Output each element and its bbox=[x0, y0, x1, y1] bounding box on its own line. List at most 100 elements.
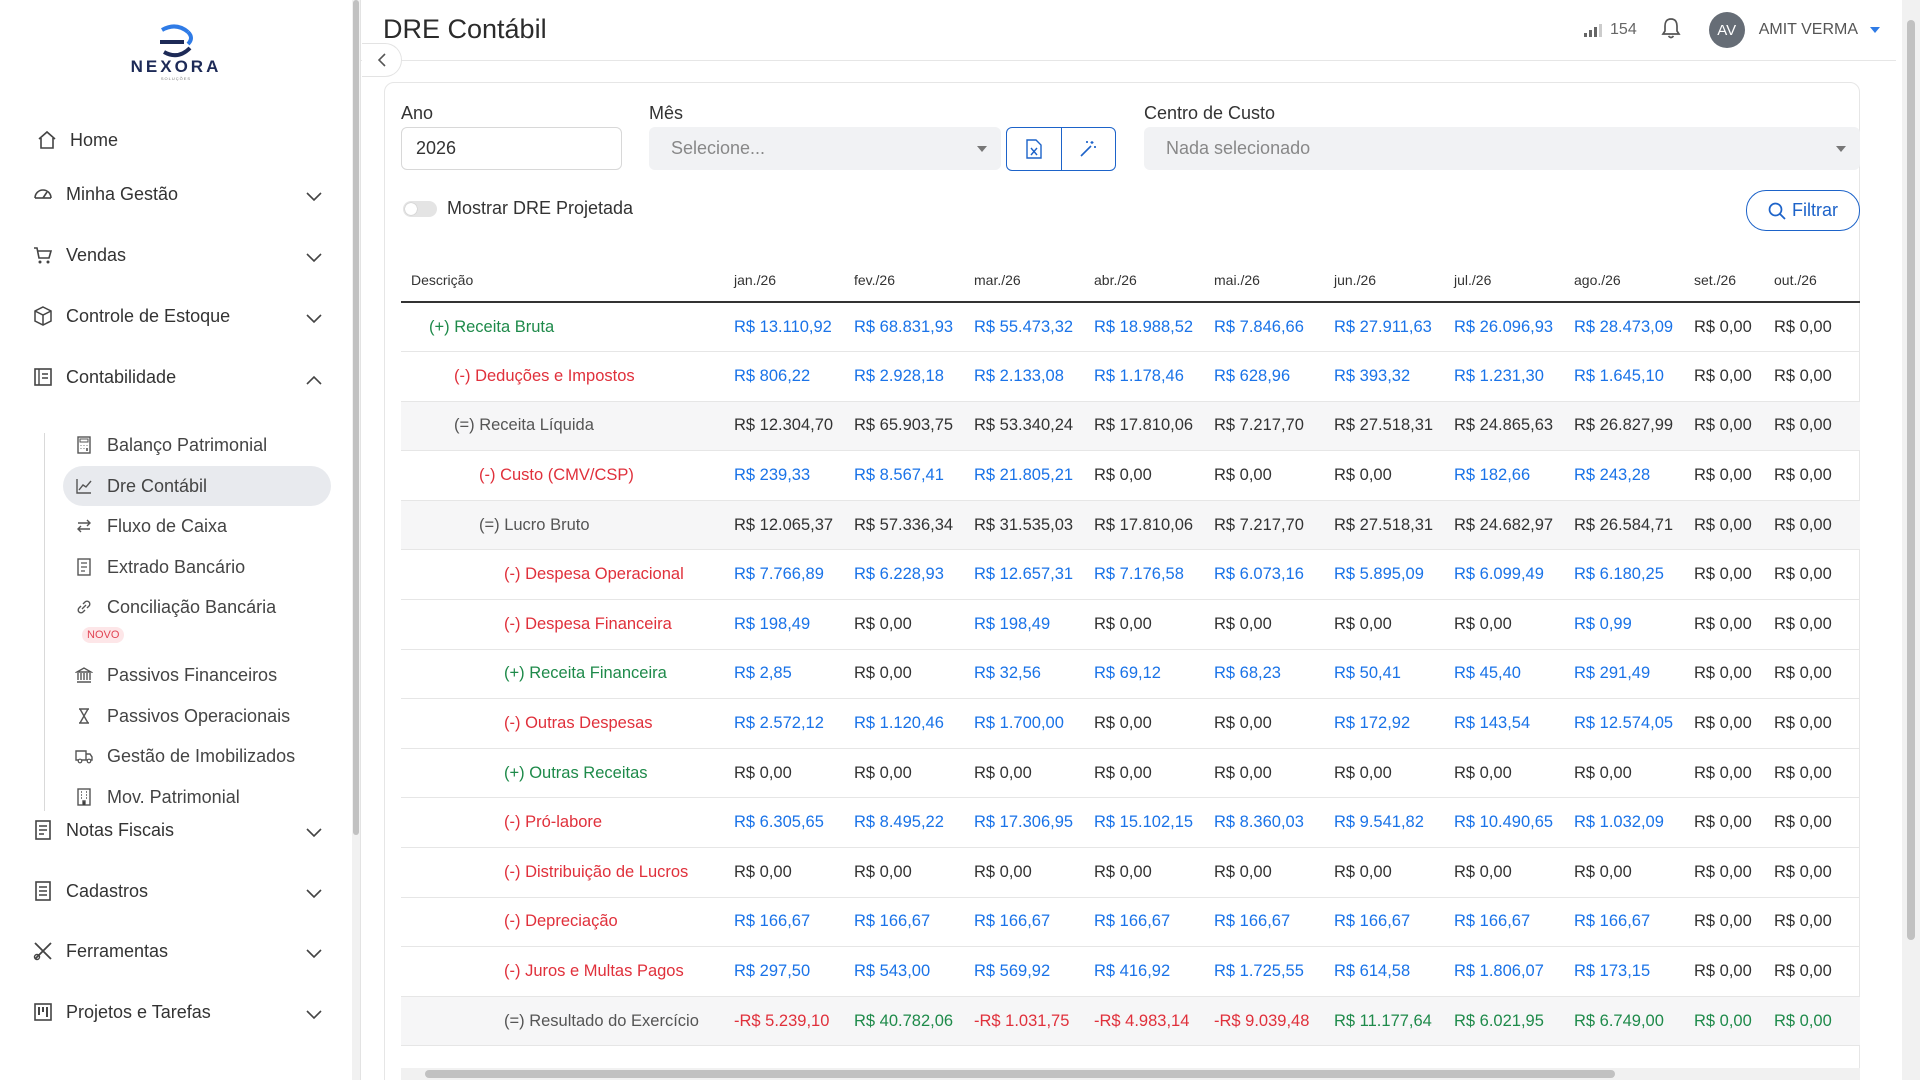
table-cell[interactable]: R$ 614,58 bbox=[1324, 946, 1444, 997]
chevron-down-icon[interactable] bbox=[306, 247, 322, 268]
avatar[interactable]: AV bbox=[1708, 12, 1745, 48]
submenu-item-passivos-operacionais[interactable]: Passivos Operacionais bbox=[63, 696, 331, 736]
col-header-descricao[interactable]: Descrição bbox=[401, 259, 724, 303]
table-cell[interactable]: R$ 1.178,46 bbox=[1084, 351, 1204, 402]
sidebar-item-cadastros[interactable]: Cadastros bbox=[32, 871, 332, 911]
submenu-item-extrado-bancario[interactable]: Extrado Bancário bbox=[63, 547, 331, 587]
table-cell[interactable]: R$ 1.645,10 bbox=[1564, 351, 1684, 402]
sidebar-scrollbar-thumb[interactable] bbox=[353, 0, 359, 835]
export-excel-button[interactable] bbox=[1007, 128, 1061, 170]
table-cell[interactable]: R$ 1.120,46 bbox=[844, 698, 964, 749]
col-header-month[interactable]: mai./26 bbox=[1204, 259, 1324, 303]
table-cell[interactable]: R$ 32,56 bbox=[964, 649, 1084, 700]
table-cell[interactable]: R$ 17.306,95 bbox=[964, 797, 1084, 849]
table-cell[interactable]: R$ 12.657,31 bbox=[964, 549, 1084, 601]
submenu-item-dre-contabil[interactable]: Dre Contábil bbox=[63, 466, 331, 506]
table-cell[interactable]: R$ 1.032,09 bbox=[1564, 797, 1684, 849]
table-cell[interactable]: R$ 9.541,82 bbox=[1324, 797, 1444, 849]
table-cell[interactable]: R$ 12.574,05 bbox=[1564, 698, 1684, 749]
table-cell[interactable]: R$ 26.096,93 bbox=[1444, 302, 1564, 353]
sidebar-item-contabilidade[interactable]: Contabilidade bbox=[32, 357, 332, 397]
chevron-down-icon[interactable] bbox=[306, 883, 322, 904]
table-cell[interactable]: R$ 69,12 bbox=[1084, 649, 1204, 700]
table-cell[interactable]: R$ 68,23 bbox=[1204, 649, 1324, 700]
table-cell[interactable]: R$ 8.360,03 bbox=[1204, 797, 1324, 849]
submenu-item-passivos-financeiros[interactable]: Passivos Financeiros bbox=[63, 655, 331, 695]
notification-bell-icon[interactable] bbox=[1661, 17, 1681, 43]
sidebar-item-ferramentas[interactable]: Ferramentas bbox=[32, 931, 332, 971]
table-cell[interactable]: R$ 393,32 bbox=[1324, 351, 1444, 402]
col-header-month[interactable]: abr./26 bbox=[1084, 259, 1204, 303]
table-cell[interactable]: R$ 2,85 bbox=[724, 649, 844, 700]
table-cell[interactable]: R$ 10.490,65 bbox=[1444, 797, 1564, 849]
table-cell[interactable]: R$ 15.102,15 bbox=[1084, 797, 1204, 849]
user-name[interactable]: AMIT VERMA bbox=[1759, 21, 1858, 39]
table-cell[interactable]: R$ 166,67 bbox=[1444, 897, 1564, 948]
table-cell[interactable]: R$ 27.911,63 bbox=[1324, 302, 1444, 353]
table-cell[interactable]: R$ 6.180,25 bbox=[1564, 549, 1684, 601]
table-cell[interactable]: R$ 2.572,12 bbox=[724, 698, 844, 749]
col-header-month[interactable]: jul./26 bbox=[1444, 259, 1564, 303]
table-cell[interactable]: R$ 1.700,00 bbox=[964, 698, 1084, 749]
chevron-down-icon[interactable] bbox=[306, 822, 322, 843]
sidebar-item-controle-de-estoque[interactable]: Controle de Estoque bbox=[32, 296, 332, 336]
chevron-down-icon[interactable] bbox=[306, 1004, 322, 1025]
table-cell[interactable]: R$ 6.228,93 bbox=[844, 549, 964, 601]
table-cell[interactable]: R$ 291,49 bbox=[1564, 649, 1684, 700]
table-cell[interactable]: R$ 1.806,07 bbox=[1444, 946, 1564, 997]
table-cell[interactable]: R$ 569,92 bbox=[964, 946, 1084, 997]
table-cell[interactable]: R$ 28.473,09 bbox=[1564, 302, 1684, 353]
table-cell[interactable]: R$ 6.099,49 bbox=[1444, 549, 1564, 601]
table-cell[interactable]: R$ 166,67 bbox=[724, 897, 844, 948]
submenu-item-gestao-de-imobilizados[interactable]: Gestão de Imobilizados bbox=[63, 736, 331, 776]
table-cell[interactable]: R$ 166,67 bbox=[844, 897, 964, 948]
table-cell[interactable]: R$ 7.176,58 bbox=[1084, 549, 1204, 601]
table-cell[interactable]: R$ 172,92 bbox=[1324, 698, 1444, 749]
table-cell[interactable]: R$ 416,92 bbox=[1084, 946, 1204, 997]
centro-select[interactable]: Nada selecionado bbox=[1144, 127, 1860, 170]
col-header-month[interactable]: ago./26 bbox=[1564, 259, 1684, 303]
page-vertical-scrollbar[interactable] bbox=[1902, 0, 1920, 1080]
nexora-logo[interactable]: NEXORA SOLUÇÕES bbox=[126, 24, 226, 90]
table-cell[interactable]: R$ 243,28 bbox=[1564, 450, 1684, 501]
table-cell[interactable]: R$ 7.846,66 bbox=[1204, 302, 1324, 353]
table-cell[interactable]: R$ 198,49 bbox=[964, 599, 1084, 650]
table-cell[interactable]: R$ 55.473,32 bbox=[964, 302, 1084, 353]
table-cell[interactable]: R$ 68.831,93 bbox=[844, 302, 964, 353]
table-cell[interactable]: R$ 182,66 bbox=[1444, 450, 1564, 501]
table-cell[interactable]: R$ 13.110,92 bbox=[724, 302, 844, 353]
table-cell[interactable]: R$ 8.495,22 bbox=[844, 797, 964, 849]
table-cell[interactable]: R$ 543,00 bbox=[844, 946, 964, 997]
table-cell[interactable]: R$ 2.928,18 bbox=[844, 351, 964, 402]
table-cell[interactable]: R$ 806,22 bbox=[724, 351, 844, 402]
table-horizontal-scrollbar[interactable] bbox=[401, 1068, 1860, 1080]
table-cell[interactable]: R$ 45,40 bbox=[1444, 649, 1564, 700]
table-cell[interactable]: R$ 297,50 bbox=[724, 946, 844, 997]
table-cell[interactable]: R$ 18.988,52 bbox=[1084, 302, 1204, 353]
col-header-month[interactable]: mar./26 bbox=[964, 259, 1084, 303]
table-cell[interactable]: R$ 628,96 bbox=[1204, 351, 1324, 402]
table-cell[interactable]: R$ 173,15 bbox=[1564, 946, 1684, 997]
col-header-month[interactable]: jan./26 bbox=[724, 259, 844, 303]
table-cell[interactable]: R$ 7.766,89 bbox=[724, 549, 844, 601]
table-cell[interactable]: R$ 143,54 bbox=[1444, 698, 1564, 749]
submenu-item-balanco-patrimonial[interactable]: Balanço Patrimonial bbox=[63, 425, 331, 465]
signal-indicator[interactable]: 154 bbox=[1584, 21, 1637, 39]
vertical-scrollbar-thumb[interactable] bbox=[1907, 20, 1915, 940]
chevron-down-icon[interactable] bbox=[306, 186, 322, 207]
chevron-down-icon[interactable] bbox=[306, 308, 322, 329]
ano-input[interactable]: 2026 bbox=[401, 127, 622, 170]
table-cell[interactable]: R$ 1.725,55 bbox=[1204, 946, 1324, 997]
table-cell[interactable]: R$ 50,41 bbox=[1324, 649, 1444, 700]
table-cell[interactable]: R$ 5.895,09 bbox=[1324, 549, 1444, 601]
filtrar-button[interactable]: Filtrar bbox=[1746, 190, 1860, 231]
chevron-up-icon[interactable] bbox=[306, 369, 322, 390]
dre-projetada-toggle[interactable] bbox=[403, 201, 437, 217]
table-cell[interactable]: R$ 166,67 bbox=[964, 897, 1084, 948]
table-cell[interactable]: R$ 21.805,21 bbox=[964, 450, 1084, 501]
table-cell[interactable]: R$ 6.073,16 bbox=[1204, 549, 1324, 601]
sidebar-item-minha-gest-o[interactable]: Minha Gestão bbox=[32, 174, 332, 214]
submenu-item-conciliacao-bancaria[interactable]: Conciliação Bancária bbox=[63, 587, 331, 627]
table-cell[interactable]: R$ 1.231,30 bbox=[1444, 351, 1564, 402]
table-cell[interactable]: R$ 2.133,08 bbox=[964, 351, 1084, 402]
